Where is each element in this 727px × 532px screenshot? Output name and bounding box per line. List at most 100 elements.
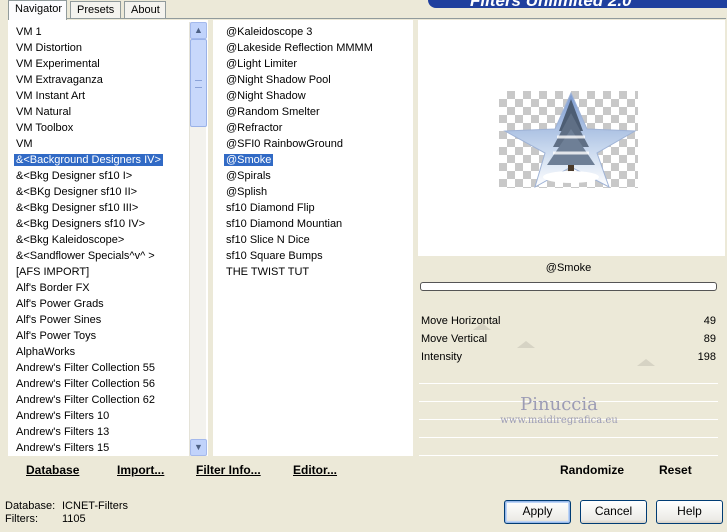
list-item-label: VM Toolbox	[16, 122, 74, 134]
list-item[interactable]: @Night Shadow	[222, 88, 413, 104]
scroll-down-icon[interactable]: ▼	[190, 439, 207, 456]
cancel-label: Cancel	[594, 504, 633, 518]
category-list[interactable]: VM 1 VM Distortion VM Experimental VM Extra…	[8, 20, 189, 456]
list-item-label: VM Experimental	[16, 58, 100, 70]
list-item-label: @Refractor	[226, 122, 283, 134]
apply-button[interactable]: Apply	[504, 500, 571, 524]
watermark: Pinuccia www.maidiregrafica.eu	[494, 395, 624, 427]
list-item[interactable]: [AFS IMPORT]	[12, 264, 189, 280]
list-item[interactable]: @Refractor	[222, 120, 413, 136]
list-item[interactable]: VM Experimental	[12, 56, 189, 72]
list-item-label: THE TWIST TUT	[226, 266, 310, 278]
list-item[interactable]: &<Background Designers IV>	[12, 152, 189, 168]
preview-image	[499, 91, 638, 189]
category-scrollbar[interactable]: ▲ ▼	[189, 22, 207, 456]
list-item[interactable]: Alf's Power Toys	[12, 328, 189, 344]
list-item[interactable]: @Smoke	[222, 152, 413, 168]
list-item-label: &<Bkg Designer sf10 I>	[16, 170, 133, 182]
list-item[interactable]: @SFI0 RainbowGround	[222, 136, 413, 152]
tab-label: Presets	[77, 4, 115, 16]
list-item[interactable]: VM Extravaganza	[12, 72, 189, 88]
filter-list[interactable]: @Kaleidoscope 3 @Lakeside Reflection MMMM…	[213, 20, 413, 280]
slider-marker[interactable]	[473, 323, 491, 330]
filter-info-button[interactable]: Filter Info...	[196, 463, 261, 477]
list-item[interactable]: sf10 Diamond Mountian	[222, 216, 413, 232]
list-item[interactable]: Andrew's Filter Collection 56	[12, 376, 189, 392]
scroll-up-icon[interactable]: ▲	[190, 22, 207, 39]
reset-button[interactable]: Reset	[659, 463, 692, 477]
list-item[interactable]: VM Instant Art	[12, 88, 189, 104]
list-item-label: @Night Shadow	[226, 90, 306, 102]
list-item[interactable]: &<Bkg Designer sf10 I>	[12, 168, 189, 184]
status-database-value: ICNET-Filters	[62, 500, 128, 512]
list-item[interactable]: Andrew's Filters 10	[12, 408, 189, 424]
list-item-label: @Light Limiter	[226, 58, 298, 70]
list-item-label: sf10 Diamond Mountian	[226, 218, 343, 230]
empty-slider-row	[419, 367, 718, 384]
list-item[interactable]: THE TWIST TUT	[222, 264, 413, 280]
tab-navigator[interactable]: Navigator	[8, 0, 67, 20]
slider-value: 49	[703, 315, 716, 327]
spacer-row	[419, 294, 718, 312]
slider-marker[interactable]	[637, 359, 655, 366]
list-item-label: @Splish	[226, 186, 268, 198]
list-item[interactable]: Andrew's Filter Collection 55	[12, 360, 189, 376]
list-item-label: &<Bkg Designers sf10 IV>	[16, 218, 146, 230]
list-item-label: &<Sandflower Specials^v^ >	[16, 250, 155, 262]
list-item[interactable]: @Light Limiter	[222, 56, 413, 72]
randomize-button[interactable]: Randomize	[560, 463, 624, 477]
list-item[interactable]: VM Distortion	[12, 40, 189, 56]
list-item-label: Andrew's Filter Collection 62	[16, 394, 156, 406]
app-title: Filters Unlimited 2.0	[470, 0, 632, 8]
list-item-label: Andrew's Filters 13	[16, 426, 110, 438]
list-item[interactable]: &<Sandflower Specials^v^ >	[12, 248, 189, 264]
import-button[interactable]: Import...	[117, 463, 164, 477]
list-item[interactable]: @Spirals	[222, 168, 413, 184]
list-item-label: @SFI0 RainbowGround	[226, 138, 343, 150]
list-item-label: @Random Smelter	[226, 106, 320, 118]
list-item-label: sf10 Diamond Flip	[226, 202, 315, 214]
list-item[interactable]: Alf's Border FX	[12, 280, 189, 296]
list-item[interactable]: VM 1	[12, 24, 189, 40]
slider-intensity[interactable]: Intensity 198	[419, 349, 718, 366]
cancel-button[interactable]: Cancel	[580, 500, 647, 524]
list-item[interactable]: Andrew's Filter Collection 62	[12, 392, 189, 408]
list-item[interactable]: Andrew's Filters 15	[12, 440, 189, 456]
list-item[interactable]: VM	[12, 136, 189, 152]
list-item[interactable]: sf10 Square Bumps	[222, 248, 413, 264]
list-item[interactable]: VM Toolbox	[12, 120, 189, 136]
tab-about[interactable]: About	[124, 1, 166, 19]
list-item-label: VM	[16, 138, 33, 150]
list-item[interactable]: &<BKg Designer sf10 II>	[12, 184, 189, 200]
list-item[interactable]: &<Bkg Designer sf10 III>	[12, 200, 189, 216]
editor-button[interactable]: Editor...	[293, 463, 337, 477]
help-button[interactable]: Help	[656, 500, 723, 524]
list-item[interactable]: sf10 Diamond Flip	[222, 200, 413, 216]
list-item[interactable]: VM Natural	[12, 104, 189, 120]
slider-move-horizontal[interactable]: Move Horizontal 49	[419, 313, 718, 330]
list-item[interactable]: sf10 Slice N Dice	[222, 232, 413, 248]
list-item[interactable]: AlphaWorks	[12, 344, 189, 360]
list-item[interactable]: &<Bkg Designers sf10 IV>	[12, 216, 189, 232]
list-item[interactable]: @Lakeside Reflection MMMM	[222, 40, 413, 56]
scroll-thumb[interactable]	[190, 39, 207, 127]
list-item[interactable]: Alf's Power Grads	[12, 296, 189, 312]
slider-marker[interactable]	[517, 341, 535, 348]
list-item[interactable]: @Splish	[222, 184, 413, 200]
tab-presets[interactable]: Presets	[70, 1, 121, 19]
list-item[interactable]: Andrew's Filters 13	[12, 424, 189, 440]
list-item[interactable]: &<Bkg Kaleidoscope>	[12, 232, 189, 248]
list-item-label: @Spirals	[226, 170, 271, 182]
list-item-label: &<Bkg Designer sf10 III>	[16, 202, 139, 214]
list-item[interactable]: Alf's Power Sines	[12, 312, 189, 328]
list-item-label: VM 1	[16, 26, 42, 38]
slider-label: Intensity	[421, 351, 462, 363]
list-item[interactable]: @Night Shadow Pool	[222, 72, 413, 88]
database-button[interactable]: Database	[26, 463, 79, 477]
list-item[interactable]: @Random Smelter	[222, 104, 413, 120]
list-item-label: Andrew's Filter Collection 56	[16, 378, 156, 390]
status-filters-value: 1105	[62, 513, 86, 525]
empty-slider-row	[419, 439, 718, 456]
list-item[interactable]: @Kaleidoscope 3	[222, 24, 413, 40]
slider-move-vertical[interactable]: Move Vertical 89	[419, 331, 718, 348]
